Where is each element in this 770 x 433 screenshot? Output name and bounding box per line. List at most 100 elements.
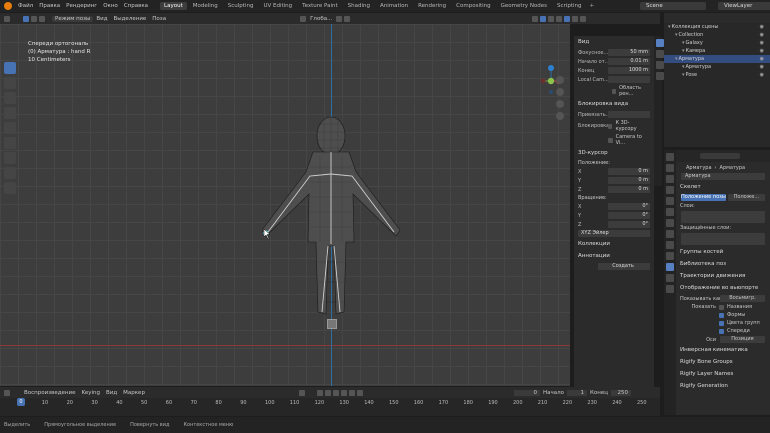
annotations-section-title[interactable]: Аннотации — [574, 250, 654, 262]
pose-menu[interactable]: Поза — [149, 16, 169, 22]
ortho-grid-icon[interactable] — [556, 112, 564, 120]
lock-3d-cursor-checkbox[interactable] — [607, 123, 613, 129]
view-lock-section-title[interactable]: Блокировка вида — [574, 98, 654, 110]
tab-scripting[interactable]: Scripting — [553, 2, 585, 10]
shading-material-icon[interactable] — [572, 15, 579, 22]
visibility-eye-icon[interactable]: ◉ — [760, 23, 764, 31]
cursor-y-field[interactable]: 0 m — [608, 177, 650, 184]
frame-start-field[interactable]: 1 — [566, 389, 587, 396]
local-camera-field[interactable] — [608, 76, 650, 83]
modifier-props-icon[interactable] — [666, 230, 674, 238]
outliner-row[interactable]: ▾Galaxy ◉ — [664, 39, 770, 47]
tab-uv-editing[interactable]: UV Editing — [259, 2, 296, 10]
expand-triangle-icon[interactable]: ▾ — [668, 24, 671, 30]
orientation-dropdown[interactable]: Глоба... — [307, 16, 335, 22]
pose-library-section[interactable]: Библиотека поз — [676, 258, 770, 270]
tab-sculpting[interactable]: Sculpting — [224, 2, 258, 10]
rest-position-button[interactable]: Положе... — [727, 194, 765, 201]
pose-position-button[interactable]: Положение позы — [681, 194, 726, 201]
playhead[interactable]: 0 — [17, 398, 25, 406]
xray-icon[interactable] — [556, 15, 563, 22]
editor-type-icon[interactable] — [4, 15, 10, 22]
view-section-title[interactable]: Вид — [574, 36, 654, 48]
output-props-icon[interactable] — [666, 175, 674, 183]
physics-props-icon[interactable] — [666, 241, 674, 249]
layers-grid[interactable] — [681, 211, 765, 223]
shapes-checkbox[interactable] — [719, 312, 724, 318]
viewport-display-section[interactable]: Отображение во вьюпорте — [676, 282, 770, 294]
view-menu[interactable]: Вид — [93, 16, 110, 22]
region-checkbox[interactable] — [612, 88, 617, 94]
play-icon[interactable] — [340, 389, 347, 396]
expand-triangle-icon[interactable]: ▾ — [682, 40, 685, 46]
clip-end-field[interactable]: 1000 m — [608, 67, 650, 74]
rot-z-field[interactable]: 0° — [608, 221, 650, 228]
visibility-eye-icon[interactable]: ◉ — [760, 71, 764, 79]
sidebar-tab-tool[interactable] — [656, 50, 664, 58]
scene-selector[interactable]: Scene — [640, 2, 706, 10]
focal-field[interactable]: 50 mm — [608, 49, 650, 56]
bone-size-tool-icon[interactable] — [4, 182, 16, 194]
outliner-row[interactable]: ▾Арматура ◉ — [664, 55, 770, 63]
jump-end-icon[interactable] — [356, 389, 363, 396]
expand-triangle-icon[interactable]: ▾ — [682, 72, 685, 78]
timeline-editor-icon[interactable] — [4, 389, 10, 396]
visibility-eye-icon[interactable]: ◉ — [760, 47, 764, 55]
expand-triangle-icon[interactable]: ▾ — [682, 48, 685, 54]
annotate-tool-icon[interactable] — [4, 152, 16, 164]
orientation-icon[interactable] — [300, 15, 307, 22]
object-props-icon[interactable] — [666, 219, 674, 227]
names-checkbox[interactable] — [719, 304, 724, 310]
world-props-icon[interactable] — [666, 208, 674, 216]
expand-triangle-icon[interactable]: ▾ — [675, 32, 678, 38]
keying-menu[interactable]: Keying — [78, 390, 102, 396]
select-extend-icon[interactable] — [31, 15, 37, 22]
mode-dropdown[interactable]: Режим позы — [52, 15, 94, 22]
move-tool-icon[interactable] — [4, 92, 16, 104]
bone-constraint-props-icon[interactable] — [666, 285, 674, 293]
play-reverse-icon[interactable] — [332, 389, 339, 396]
tab-shading[interactable]: Shading — [344, 2, 374, 10]
select-menu[interactable]: Выделение — [111, 16, 150, 22]
clip-start-field[interactable]: 0.01 m — [608, 58, 650, 65]
record-icon[interactable] — [298, 389, 305, 396]
pan-hand-icon[interactable] — [556, 88, 564, 96]
lock-camera-checkbox[interactable] — [608, 137, 613, 143]
collections-section-title[interactable]: Коллекции — [574, 238, 654, 250]
timeline-view-menu[interactable]: Вид — [103, 390, 120, 396]
shading-solid-icon[interactable] — [564, 15, 571, 22]
motion-paths-section[interactable]: Траектории движения — [676, 270, 770, 282]
tab-geometry-nodes[interactable]: Geometry Nodes — [497, 2, 551, 10]
bone-groups-section[interactable]: Группы костей — [676, 246, 770, 258]
in-front-checkbox[interactable] — [719, 328, 724, 334]
zoom-icon[interactable] — [556, 76, 564, 84]
rigify-generation-section[interactable]: Rigify Generation — [676, 380, 770, 392]
expand-triangle-icon[interactable]: ▾ — [682, 64, 685, 70]
menu-render[interactable]: Рендеринг — [63, 3, 100, 9]
armature-data-props-icon[interactable] — [666, 263, 674, 271]
next-key-icon[interactable] — [348, 389, 355, 396]
sidebar-tab-view[interactable] — [656, 39, 664, 47]
rotate-tool-icon[interactable] — [4, 107, 16, 119]
outliner-row[interactable]: ▾Коллекция сцены ◉ — [664, 23, 770, 31]
rotation-mode-dropdown[interactable]: XYZ Эйлер — [578, 230, 650, 237]
sidebar-tab-animation[interactable] — [656, 72, 664, 80]
view-layer-props-icon[interactable] — [666, 186, 674, 194]
expand-triangle-icon[interactable]: ▾ — [675, 56, 678, 62]
transform-tool-icon[interactable] — [4, 137, 16, 149]
tab-layout[interactable]: Layout — [160, 2, 187, 10]
outliner-row[interactable]: ▾Арматура ◉ — [664, 63, 770, 71]
shading-rendered-icon[interactable] — [580, 15, 587, 22]
prev-key-icon[interactable] — [324, 389, 331, 396]
measure-tool-icon[interactable] — [4, 167, 16, 179]
group-colors-checkbox[interactable] — [719, 320, 724, 326]
tab-modeling[interactable]: Modeling — [189, 2, 222, 10]
scene-props-icon[interactable] — [666, 197, 674, 205]
outliner-row[interactable]: ▾Камера ◉ — [664, 47, 770, 55]
tab-animation[interactable]: Animation — [376, 2, 412, 10]
render-props-icon[interactable] — [666, 164, 674, 172]
playback-menu[interactable]: Воспроизведение — [21, 390, 78, 396]
ik-section[interactable]: Инверсная кинематика — [676, 344, 770, 356]
frame-end-field[interactable]: 250 — [610, 389, 631, 396]
outliner-row[interactable]: ▾Collection ◉ — [664, 31, 770, 39]
